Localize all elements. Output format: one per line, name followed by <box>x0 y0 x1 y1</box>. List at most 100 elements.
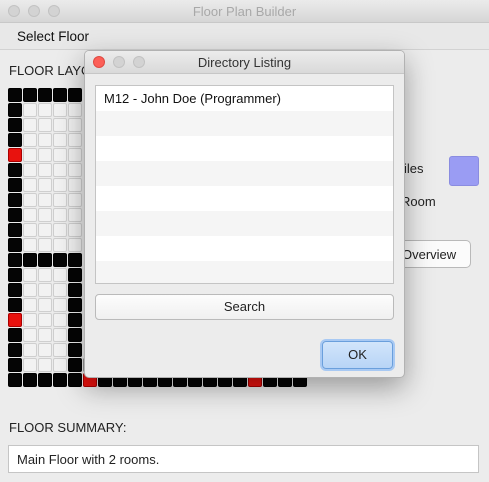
floor-tile[interactable] <box>68 148 82 162</box>
floor-tile[interactable] <box>23 193 37 207</box>
list-item[interactable] <box>96 236 393 261</box>
wall-tile[interactable] <box>68 343 82 357</box>
floor-tile[interactable] <box>23 103 37 117</box>
floor-tile[interactable] <box>38 283 52 297</box>
wall-tile[interactable] <box>8 178 22 192</box>
floor-tile[interactable] <box>68 193 82 207</box>
floor-tile[interactable] <box>53 313 67 327</box>
floor-tile[interactable] <box>23 298 37 312</box>
door-tile[interactable] <box>8 148 22 162</box>
floor-tile[interactable] <box>53 268 67 282</box>
wall-tile[interactable] <box>8 163 22 177</box>
color-swatch[interactable] <box>449 156 479 186</box>
list-item[interactable] <box>96 161 393 186</box>
wall-tile[interactable] <box>68 253 82 267</box>
wall-tile[interactable] <box>8 253 22 267</box>
wall-tile[interactable] <box>68 268 82 282</box>
wall-tile[interactable] <box>8 268 22 282</box>
wall-tile[interactable] <box>38 373 52 387</box>
floor-tile[interactable] <box>23 208 37 222</box>
floor-tile[interactable] <box>53 163 67 177</box>
floor-tile[interactable] <box>53 133 67 147</box>
directory-list[interactable]: M12 - John Doe (Programmer) <box>95 85 394 284</box>
wall-tile[interactable] <box>38 253 52 267</box>
floor-tile[interactable] <box>23 223 37 237</box>
floor-tile[interactable] <box>38 343 52 357</box>
floor-tile[interactable] <box>38 163 52 177</box>
floor-tile[interactable] <box>23 163 37 177</box>
floor-tile[interactable] <box>68 133 82 147</box>
wall-tile[interactable] <box>8 118 22 132</box>
floor-tile[interactable] <box>23 118 37 132</box>
list-item[interactable] <box>96 136 393 161</box>
floor-tile[interactable] <box>23 178 37 192</box>
list-item[interactable] <box>96 261 393 283</box>
floor-tile[interactable] <box>23 343 37 357</box>
wall-tile[interactable] <box>8 298 22 312</box>
wall-tile[interactable] <box>8 133 22 147</box>
wall-tile[interactable] <box>68 373 82 387</box>
floor-tile[interactable] <box>53 343 67 357</box>
wall-tile[interactable] <box>68 328 82 342</box>
floor-tile[interactable] <box>68 178 82 192</box>
wall-tile[interactable] <box>8 208 22 222</box>
wall-tile[interactable] <box>8 358 22 372</box>
floor-tile[interactable] <box>53 283 67 297</box>
overview-button[interactable]: Overview <box>398 240 471 268</box>
wall-tile[interactable] <box>23 373 37 387</box>
wall-tile[interactable] <box>8 103 22 117</box>
floor-tile[interactable] <box>38 118 52 132</box>
wall-tile[interactable] <box>8 343 22 357</box>
wall-tile[interactable] <box>8 283 22 297</box>
floor-tile[interactable] <box>23 328 37 342</box>
wall-tile[interactable] <box>8 88 22 102</box>
wall-tile[interactable] <box>68 358 82 372</box>
floor-tile[interactable] <box>68 163 82 177</box>
floor-tile[interactable] <box>23 133 37 147</box>
list-item[interactable] <box>96 186 393 211</box>
wall-tile[interactable] <box>23 88 37 102</box>
floor-tile[interactable] <box>68 238 82 252</box>
floor-tile[interactable] <box>38 313 52 327</box>
floor-tile[interactable] <box>68 103 82 117</box>
floor-tile[interactable] <box>53 223 67 237</box>
floor-tile[interactable] <box>38 223 52 237</box>
wall-tile[interactable] <box>8 238 22 252</box>
floor-tile[interactable] <box>38 328 52 342</box>
floor-tile[interactable] <box>53 178 67 192</box>
wall-tile[interactable] <box>53 253 67 267</box>
floor-tile[interactable] <box>23 148 37 162</box>
floor-tile[interactable] <box>53 328 67 342</box>
floor-tile[interactable] <box>38 133 52 147</box>
floor-tile[interactable] <box>23 268 37 282</box>
floor-tile[interactable] <box>53 193 67 207</box>
floor-tile[interactable] <box>68 118 82 132</box>
floor-tile[interactable] <box>53 148 67 162</box>
floor-tile[interactable] <box>38 193 52 207</box>
floor-tile[interactable] <box>38 268 52 282</box>
floor-tile[interactable] <box>23 283 37 297</box>
floor-tile[interactable] <box>38 148 52 162</box>
ok-button[interactable]: OK <box>322 341 393 369</box>
floor-tile[interactable] <box>38 103 52 117</box>
wall-tile[interactable] <box>8 373 22 387</box>
floor-tile[interactable] <box>53 103 67 117</box>
floor-tile[interactable] <box>53 358 67 372</box>
search-button[interactable]: Search <box>95 294 394 320</box>
list-item[interactable] <box>96 211 393 236</box>
menu-select-floor[interactable]: Select Floor <box>17 29 89 44</box>
wall-tile[interactable] <box>8 193 22 207</box>
floor-tile[interactable] <box>38 208 52 222</box>
floor-tile[interactable] <box>38 238 52 252</box>
wall-tile[interactable] <box>68 298 82 312</box>
floor-tile[interactable] <box>38 178 52 192</box>
wall-tile[interactable] <box>68 313 82 327</box>
floor-tile[interactable] <box>23 358 37 372</box>
wall-tile[interactable] <box>53 88 67 102</box>
floor-tile[interactable] <box>68 223 82 237</box>
floor-tile[interactable] <box>53 208 67 222</box>
list-item[interactable] <box>96 111 393 136</box>
wall-tile[interactable] <box>68 283 82 297</box>
floor-tile[interactable] <box>53 298 67 312</box>
floor-tile[interactable] <box>53 238 67 252</box>
